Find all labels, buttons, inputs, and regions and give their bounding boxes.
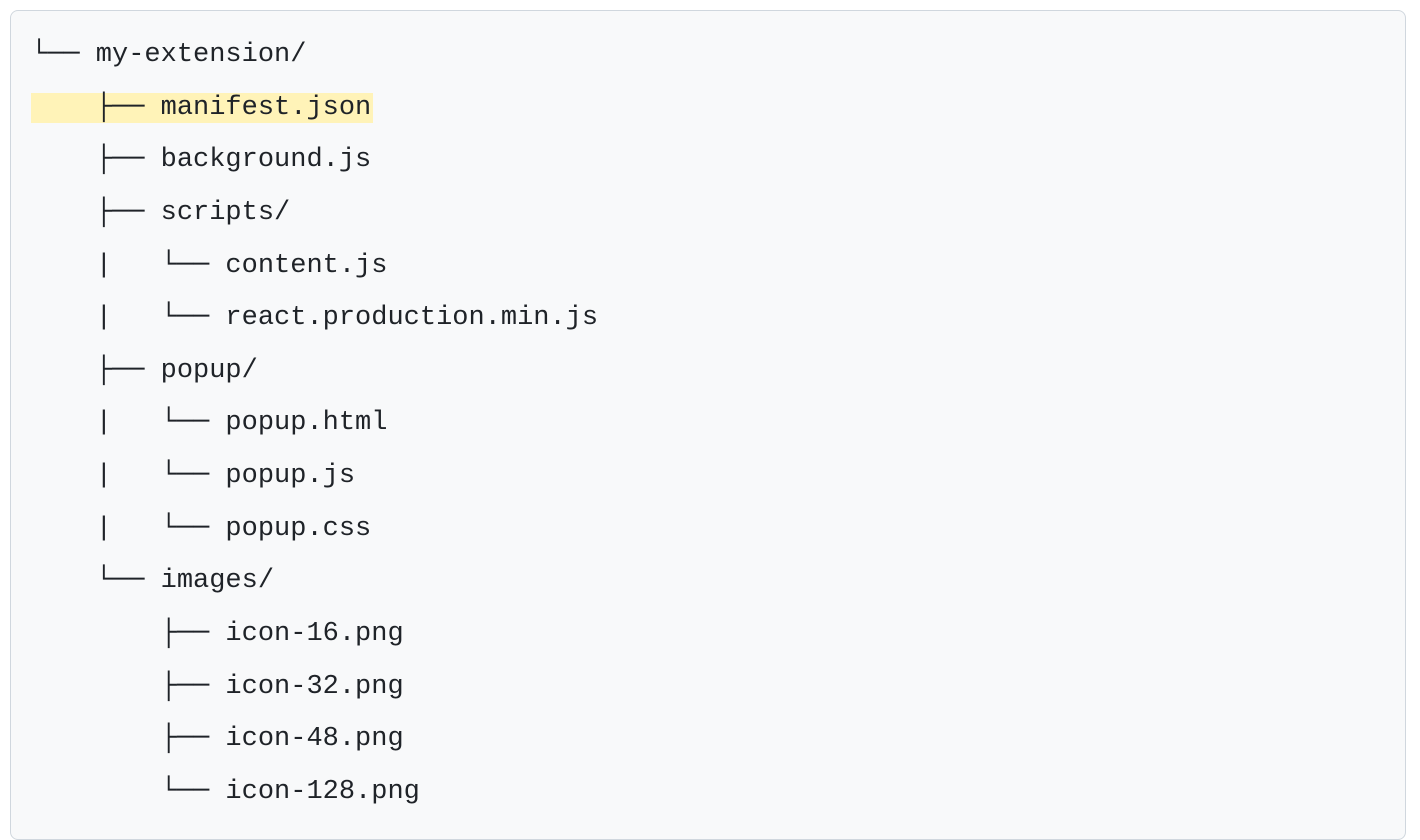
tree-line: ├── background.js <box>31 134 1385 187</box>
tree-line: ├── manifest.json <box>31 82 1385 135</box>
tree-entry: | └── react.production.min.js <box>31 303 598 333</box>
tree-line: └── my-extension/ <box>31 29 1385 82</box>
tree-entry: └── icon-128.png <box>31 777 420 807</box>
tree-line: ├── icon-32.png <box>31 661 1385 714</box>
tree-entry: | └── popup.js <box>31 461 355 491</box>
tree-line: | └── popup.html <box>31 397 1385 450</box>
tree-line: | └── popup.js <box>31 450 1385 503</box>
tree-entry: └── my-extension/ <box>31 40 306 70</box>
tree-line: ├── popup/ <box>31 345 1385 398</box>
tree-line: ├── icon-48.png <box>31 713 1385 766</box>
tree-entry: | └── popup.css <box>31 514 371 544</box>
directory-tree-code-block: └── my-extension/ ├── manifest.json ├── … <box>10 10 1406 840</box>
tree-line: | └── popup.css <box>31 503 1385 556</box>
tree-line: └── images/ <box>31 555 1385 608</box>
tree-entry: ├── popup/ <box>31 356 258 386</box>
tree-entry: | └── popup.html <box>31 408 387 438</box>
tree-entry: └── images/ <box>31 566 274 596</box>
tree-line: | └── content.js <box>31 240 1385 293</box>
tree-entry: ├── icon-32.png <box>31 672 404 702</box>
tree-entry: ├── icon-16.png <box>31 619 404 649</box>
tree-line: | └── react.production.min.js <box>31 292 1385 345</box>
highlighted-entry: ├── manifest.json <box>31 93 373 123</box>
tree-line: ├── scripts/ <box>31 187 1385 240</box>
tree-entry: ├── background.js <box>31 145 371 175</box>
tree-entry: | └── content.js <box>31 251 387 281</box>
tree-line: └── icon-128.png <box>31 766 1385 819</box>
tree-entry: ├── scripts/ <box>31 198 290 228</box>
tree-entry: ├── icon-48.png <box>31 724 404 754</box>
tree-line: ├── icon-16.png <box>31 608 1385 661</box>
